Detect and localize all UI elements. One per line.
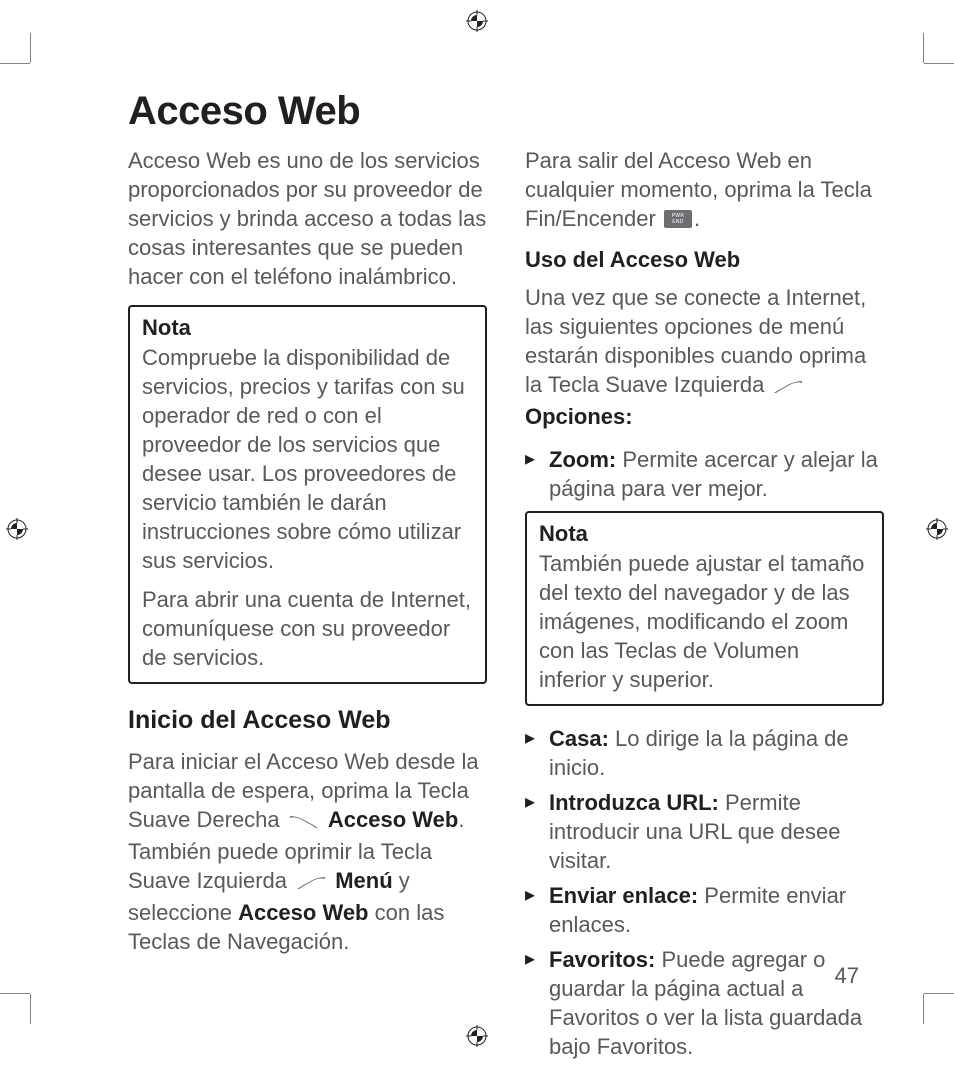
- crop-tick: [924, 993, 954, 994]
- list-item-url: Introduzca URL: Permite introducir una U…: [525, 788, 884, 875]
- list-item-casa: Casa: Lo dirige la la página de inicio.: [525, 724, 884, 782]
- options-list-continued: Casa: Lo dirige la la página de inicio. …: [525, 724, 884, 1061]
- registration-mark-left: [6, 518, 28, 540]
- softkey-right-icon: [288, 808, 320, 837]
- bold-text: Enviar enlace:: [549, 883, 698, 908]
- options-list: Zoom: Permite acercar y alejar la página…: [525, 445, 884, 503]
- softkey-left-icon: [772, 373, 804, 402]
- softkey-left-icon: [295, 869, 327, 898]
- note-title: Nota: [539, 521, 870, 547]
- exit-paragraph: Para salir del Acceso Web en cualquier m…: [525, 146, 884, 233]
- page-title: Acceso Web: [128, 89, 884, 134]
- crop-tick: [923, 33, 924, 63]
- crop-tick: [0, 993, 30, 994]
- bold-text: Introduzca URL:: [549, 790, 719, 815]
- registration-mark-right: [926, 518, 948, 540]
- list-item-favoritos: Favoritos: Puede agregar o guardar la pá…: [525, 945, 884, 1061]
- crop-tick: [30, 33, 31, 63]
- columns: Acceso Web es uno de los servicios propo…: [70, 146, 884, 1067]
- note-paragraph: También puede ajustar el tamaño del text…: [539, 549, 870, 694]
- list-item-zoom: Zoom: Permite acercar y alejar la página…: [525, 445, 884, 503]
- bold-text: Acceso Web: [328, 807, 458, 832]
- subsection-heading-uso: Uso del Acceso Web: [525, 247, 884, 273]
- text: Una vez que se conecte a Internet, las s…: [525, 285, 866, 397]
- bold-text: Menú: [335, 868, 392, 893]
- bold-text: Casa:: [549, 726, 609, 751]
- text: .: [694, 206, 700, 231]
- crop-tick: [923, 994, 924, 1024]
- column-left: Acceso Web es uno de los servicios propo…: [128, 146, 487, 1067]
- list-item-enviar: Enviar enlace: Permite enviar enlaces.: [525, 881, 884, 939]
- registration-mark-top: [466, 10, 488, 32]
- bold-text: Zoom:: [549, 447, 616, 472]
- bold-text: Opciones:: [525, 404, 633, 429]
- bold-text: Favoritos:: [549, 947, 655, 972]
- note-title: Nota: [142, 315, 473, 341]
- note-box-2: Nota También puede ajustar el tamaño del…: [525, 511, 884, 706]
- end-power-key-icon: [664, 210, 692, 228]
- page-number: 47: [835, 963, 859, 989]
- note-box-1: Nota Compruebe la disponibilidad de serv…: [128, 305, 487, 684]
- crop-tick: [0, 63, 30, 64]
- bold-text: Acceso Web: [238, 900, 368, 925]
- crop-tick: [924, 63, 954, 64]
- crop-tick: [30, 994, 31, 1024]
- use-paragraph: Una vez que se conecte a Internet, las s…: [525, 283, 884, 431]
- start-paragraph: Para iniciar el Acceso Web desde la pant…: [128, 747, 487, 956]
- section-heading-inicio: Inicio del Acceso Web: [128, 706, 487, 735]
- intro-paragraph: Acceso Web es uno de los servicios propo…: [128, 146, 487, 291]
- page-content: Acceso Web Acceso Web es uno de los serv…: [70, 65, 884, 977]
- note-paragraph: Compruebe la disponibilidad de servicios…: [142, 343, 473, 575]
- note-paragraph: Para abrir una cuenta de Internet, comun…: [142, 585, 473, 672]
- column-right: Para salir del Acceso Web en cualquier m…: [525, 146, 884, 1067]
